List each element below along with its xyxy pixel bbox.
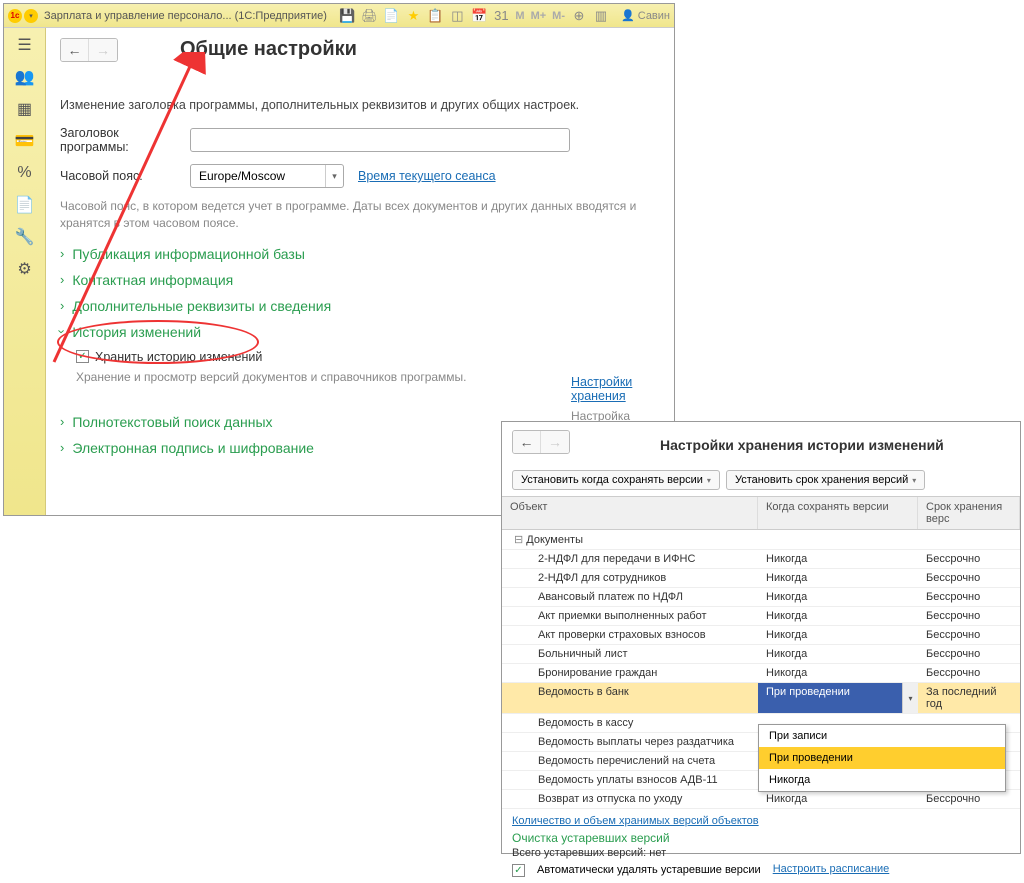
set-storage-period-button[interactable]: Установить срок хранения версий — [726, 470, 925, 490]
table-group[interactable]: Документы — [502, 530, 758, 549]
user-label[interactable]: 👤 Савин — [621, 9, 670, 22]
sidebar: ☰ 👥 ▦ 💳 % 📄 🔧 ⚙ — [4, 28, 46, 515]
doc-icon[interactable]: 📄 — [383, 8, 399, 24]
wrench-icon[interactable]: 🔧 — [15, 228, 35, 246]
popup-title: Настройки хранения истории изменений — [660, 437, 944, 453]
table-row[interactable]: 2-НДФЛ для передачи в ИФНСНикогдаБессроч… — [502, 550, 1020, 569]
auto-cleanup-label: Автоматически удалять устаревшие версии — [537, 864, 761, 876]
program-title-input[interactable] — [190, 128, 570, 152]
col-period[interactable]: Срок хранения верс — [918, 497, 1020, 529]
chevron-down-icon[interactable]: ▾ — [902, 683, 918, 713]
current-session-time-link[interactable]: Время текущего сеанса — [358, 169, 496, 183]
table-row[interactable]: Больничный листНикогдаБессрочно — [502, 645, 1020, 664]
date-icon[interactable]: 31 — [493, 8, 509, 24]
table-row[interactable]: Акт приемки выполненных работНикогдаБесс… — [502, 607, 1020, 626]
objects-table: Объект Когда сохранять версии Срок хране… — [502, 496, 1020, 809]
table-icon[interactable]: ▦ — [15, 100, 35, 118]
set-when-save-button[interactable]: Установить когда сохранять версии — [512, 470, 720, 490]
storage-settings-link[interactable]: Настройки хранения — [571, 375, 632, 403]
m-icon[interactable]: M — [515, 10, 524, 22]
dropdown-item[interactable]: При записи — [759, 725, 1005, 747]
section-history[interactable]: История изменений — [60, 324, 660, 340]
table-row[interactable]: Ведомость в банкПри проведении▾За послед… — [502, 683, 1020, 714]
chevron-down-icon: ▾ — [325, 165, 343, 187]
print-icon[interactable]: 🖨 — [361, 8, 377, 24]
card-icon[interactable]: 💳 — [15, 132, 35, 150]
cleanup-title: Очистка устаревших версий — [512, 831, 1010, 845]
section-publication[interactable]: Публикация информационной базы — [60, 246, 660, 262]
forward-button[interactable]: → — [89, 39, 117, 61]
document-icon[interactable]: 📄 — [15, 196, 35, 214]
dropdown-item[interactable]: Никогда — [759, 769, 1005, 791]
users-icon[interactable]: 👥 — [15, 68, 35, 86]
table-row[interactable]: 2-НДФЛ для сотрудниковНикогдаБессрочно — [502, 569, 1020, 588]
app-menu-dropdown-icon[interactable]: ▾ — [24, 9, 38, 23]
popup-back-button[interactable]: ← — [513, 431, 541, 453]
popup-footer: Количество и объем хранимых версий объек… — [502, 809, 1020, 883]
page-title: Общие настройки — [180, 38, 357, 61]
store-history-checkbox-row[interactable]: ✓ Хранить историю изменений — [76, 350, 660, 364]
compare-icon[interactable]: ◫ — [449, 8, 465, 24]
section-contact[interactable]: Контактная информация — [60, 272, 660, 288]
m-minus-icon[interactable]: M- — [552, 10, 565, 22]
table-row[interactable]: Возврат из отпуска по уходуНикогдаБессро… — [502, 790, 1020, 809]
back-button[interactable]: ← — [61, 39, 89, 61]
table-row[interactable]: Авансовый платеж по НДФЛНикогдаБессрочно — [502, 588, 1020, 607]
history-description: Хранение и просмотр версий документов и … — [76, 370, 467, 384]
star-icon[interactable]: ★ — [405, 8, 421, 24]
section-additional[interactable]: Дополнительные реквизиты и сведения — [60, 298, 660, 314]
timezone-select[interactable]: Europe/Moscow ▾ — [190, 164, 344, 188]
timezone-hint: Часовой пояс, в котором ведется учет в п… — [60, 198, 660, 232]
cleanup-text: Всего устаревших версий: нет — [512, 847, 1010, 859]
history-block: История изменений ✓ Хранить историю изме… — [60, 324, 660, 384]
col-object[interactable]: Объект — [502, 497, 758, 529]
table-row[interactable]: Акт проверки страховых взносовНикогдаБес… — [502, 626, 1020, 645]
store-history-label: Хранить историю изменений — [95, 350, 262, 364]
toolbar-icons: 💾 🖨 📄 ★ 📋 ◫ 📅 31 M M+ M- ⊕ ▥ 👤 Савин — [339, 8, 670, 24]
popup-forward-button[interactable]: → — [541, 431, 569, 453]
col-when[interactable]: Когда сохранять версии — [758, 497, 918, 529]
calendar-icon[interactable]: 📅 — [471, 8, 487, 24]
app-logo-icon: 1c — [8, 9, 22, 23]
table-body: Документы2-НДФЛ для передачи в ИФНСНиког… — [502, 530, 1020, 809]
gear-icon[interactable]: ⚙ — [15, 260, 35, 278]
nav-buttons: ← → — [60, 38, 118, 62]
page-description: Изменение заголовка программы, дополните… — [60, 98, 660, 112]
copy-icon[interactable]: 📋 — [427, 8, 443, 24]
checkbox-checked-icon: ✓ — [76, 350, 89, 363]
zoom-icon[interactable]: ⊕ — [571, 8, 587, 24]
menu-icon[interactable]: ☰ — [15, 36, 35, 54]
panels-icon[interactable]: ▥ — [593, 8, 609, 24]
popup-nav-buttons: ← → — [512, 430, 570, 454]
stored-versions-link[interactable]: Количество и объем хранимых версий объек… — [512, 815, 1010, 827]
timezone-value: Europe/Moscow — [191, 165, 325, 187]
percent-icon[interactable]: % — [15, 164, 35, 182]
save-icon[interactable]: 💾 — [339, 8, 355, 24]
window-title: Зарплата и управление персонало... (1С:П… — [44, 10, 339, 22]
program-title-label: Заголовок программы: — [60, 126, 190, 154]
schedule-link[interactable]: Настроить расписание — [773, 863, 890, 875]
auto-cleanup-checkbox[interactable]: ✓ — [512, 864, 525, 877]
titlebar: 1c ▾ Зарплата и управление персонало... … — [4, 4, 674, 28]
dropdown-item-selected[interactable]: При проведении — [759, 747, 1005, 769]
when-save-dropdown: При записи При проведении Никогда — [758, 724, 1006, 792]
timezone-label: Часовой пояс: — [60, 169, 190, 183]
storage-settings-popup: ← → Настройки хранения истории изменений… — [501, 421, 1021, 854]
table-row[interactable]: Бронирование гражданНикогдаБессрочно — [502, 664, 1020, 683]
m-plus-icon[interactable]: M+ — [531, 10, 547, 22]
